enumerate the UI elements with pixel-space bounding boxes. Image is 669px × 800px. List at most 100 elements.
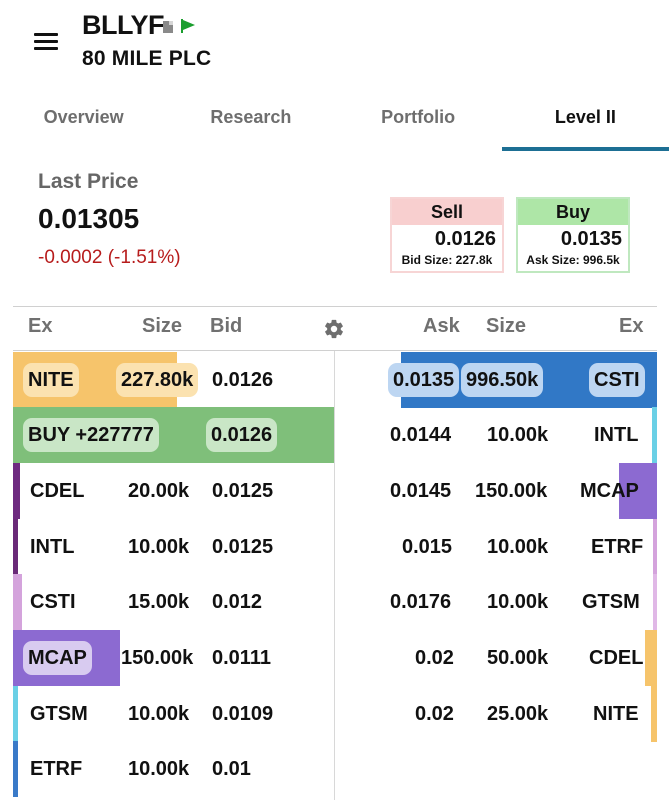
- ask-ex: GTSM: [582, 591, 640, 613]
- bid-price: 0.0126: [206, 418, 278, 452]
- col-header-ask: Ask: [423, 315, 460, 337]
- bid-size: 10.00k: [128, 758, 190, 780]
- bid-size: 150.00k: [121, 647, 194, 669]
- ticker-symbol: BLLYF: [82, 10, 165, 40]
- bid-row-color-bar: [13, 574, 22, 630]
- bid-row[interactable]: INTL 10.00k 0.0125: [13, 519, 334, 575]
- divider: [13, 306, 657, 307]
- bid-row-order[interactable]: BUY +227777 0.0126: [13, 407, 334, 463]
- bid-price: 0.01: [212, 758, 251, 780]
- ask-row[interactable]: 0.0176 10.00k GTSM: [335, 574, 657, 630]
- hamburger-menu-icon[interactable]: [34, 33, 58, 51]
- ask-ex: INTL: [594, 424, 639, 446]
- bid-size: 10.00k: [128, 536, 190, 558]
- ask-row-color-bar: [651, 686, 657, 742]
- ask-ex: ETRF: [591, 536, 644, 558]
- ask-row-color-bar: [645, 630, 657, 686]
- ask-row-color-bar: [653, 574, 657, 630]
- bid-ex: GTSM: [30, 703, 88, 725]
- bid-ex: CSTI: [30, 591, 76, 613]
- bid-ex: MCAP: [23, 641, 92, 675]
- bid-price: 0.0125: [212, 536, 274, 558]
- last-price-value: 0.01305: [38, 203, 140, 234]
- ask-price: 0.0145: [390, 480, 452, 502]
- sell-label: Sell: [392, 199, 502, 225]
- gear-icon[interactable]: [323, 318, 345, 340]
- header: BLLYF 80 MILE PLC: [0, 0, 669, 90]
- bid-row-color-bar: [13, 741, 18, 797]
- buy-box[interactable]: Buy 0.0135 Ask Size: 996.5k: [516, 197, 630, 273]
- ask-size: Ask Size: 996.5k: [526, 253, 620, 267]
- sell-box[interactable]: Sell 0.0126 Bid Size: 227.8k: [390, 197, 504, 273]
- ask-price: 0.0176: [390, 591, 452, 613]
- ask-size: 10.00k: [487, 536, 549, 558]
- bid-price: 0.0126: [212, 369, 274, 391]
- ask-row[interactable]: 0.02 50.00k CDEL: [335, 630, 657, 686]
- document-icon[interactable]: [163, 21, 173, 33]
- bid-ex: INTL: [30, 536, 75, 558]
- ask-price: 0.0144: [390, 424, 452, 446]
- bid-row[interactable]: NITE 227.80k 0.0126: [13, 352, 334, 408]
- bid-row[interactable]: GTSM 10.00k 0.0109: [13, 686, 334, 742]
- tab-bar: Overview Research Portfolio Level II: [0, 95, 669, 151]
- col-header-bid: Bid: [210, 315, 243, 337]
- ask-price: 0.0135: [388, 363, 460, 397]
- ask-price: 0.02: [415, 647, 454, 669]
- col-header-ask-size: Size: [486, 315, 527, 337]
- bid-row[interactable]: ETRF 10.00k 0.01: [13, 741, 334, 797]
- last-price-label: Last Price: [38, 170, 139, 193]
- ask-row[interactable]: 0.015 10.00k ETRF: [335, 519, 657, 575]
- buy-price: 0.0135: [560, 228, 622, 250]
- ask-size: 150.00k: [475, 480, 548, 502]
- ask-row[interactable]: 0.0144 10.00k INTL: [335, 407, 657, 463]
- flag-icon[interactable]: [181, 19, 195, 33]
- bid-row[interactable]: MCAP 150.00k 0.0111: [13, 630, 334, 686]
- bid-row[interactable]: CSTI 15.00k 0.012: [13, 574, 334, 630]
- bid-ex: NITE: [23, 363, 79, 397]
- col-header-bid-ex: Ex: [28, 315, 53, 337]
- ask-row-color-bar: [653, 519, 657, 575]
- bid-size: 15.00k: [128, 591, 190, 613]
- ask-size: 10.00k: [487, 591, 549, 613]
- bid-price: 0.012: [212, 591, 263, 613]
- bid-size: 227.80k: [116, 363, 199, 397]
- price-change: -0.0002 (-1.51%): [38, 247, 181, 268]
- ask-ex: CSTI: [589, 363, 645, 397]
- bid-size: 20.00k: [128, 480, 190, 502]
- bid-ex: BUY +227777: [23, 418, 159, 452]
- sell-price: 0.0126: [434, 228, 496, 250]
- ask-size: 10.00k: [487, 424, 549, 446]
- bid-size: 10.00k: [128, 703, 190, 725]
- buy-label: Buy: [518, 199, 628, 225]
- bid-ex: CDEL: [30, 480, 85, 502]
- bid-size: Bid Size: 227.8k: [401, 253, 493, 267]
- ask-size: 996.50k: [461, 363, 544, 397]
- ask-price: 0.02: [415, 703, 454, 725]
- ask-row[interactable]: 0.0145 150.00k MCAP: [335, 463, 657, 519]
- ask-row[interactable]: 0.02 25.00k NITE: [335, 686, 657, 742]
- bid-price: 0.0125: [212, 480, 274, 502]
- col-header-ask-ex: Ex: [619, 315, 644, 337]
- tab-overview[interactable]: Overview: [0, 95, 167, 151]
- ask-row[interactable]: 0.0135 996.50k CSTI: [335, 352, 657, 408]
- company-name: 80 MILE PLC: [82, 47, 212, 70]
- ask-ex: CDEL: [589, 647, 644, 669]
- ask-row-color-bar: [652, 407, 657, 463]
- bid-ex: ETRF: [30, 758, 83, 780]
- bid-price: 0.0109: [212, 703, 274, 725]
- ask-ex: MCAP: [580, 480, 639, 502]
- tab-portfolio[interactable]: Portfolio: [335, 95, 502, 151]
- col-header-bid-size: Size: [142, 315, 183, 337]
- bid-row-color-bar: [13, 463, 20, 519]
- ask-size: 50.00k: [487, 647, 549, 669]
- ask-size: 25.00k: [487, 703, 549, 725]
- header-divider: [13, 350, 657, 351]
- tab-level-ii[interactable]: Level II: [501, 95, 669, 151]
- bid-row-color-bar: [13, 686, 18, 742]
- bid-price: 0.0111: [212, 647, 271, 669]
- ask-ex: NITE: [593, 703, 639, 725]
- ask-price: 0.015: [402, 536, 453, 558]
- bid-row-color-bar: [13, 519, 18, 575]
- bid-row[interactable]: CDEL 20.00k 0.0125: [13, 463, 334, 519]
- tab-research[interactable]: Research: [167, 95, 334, 151]
